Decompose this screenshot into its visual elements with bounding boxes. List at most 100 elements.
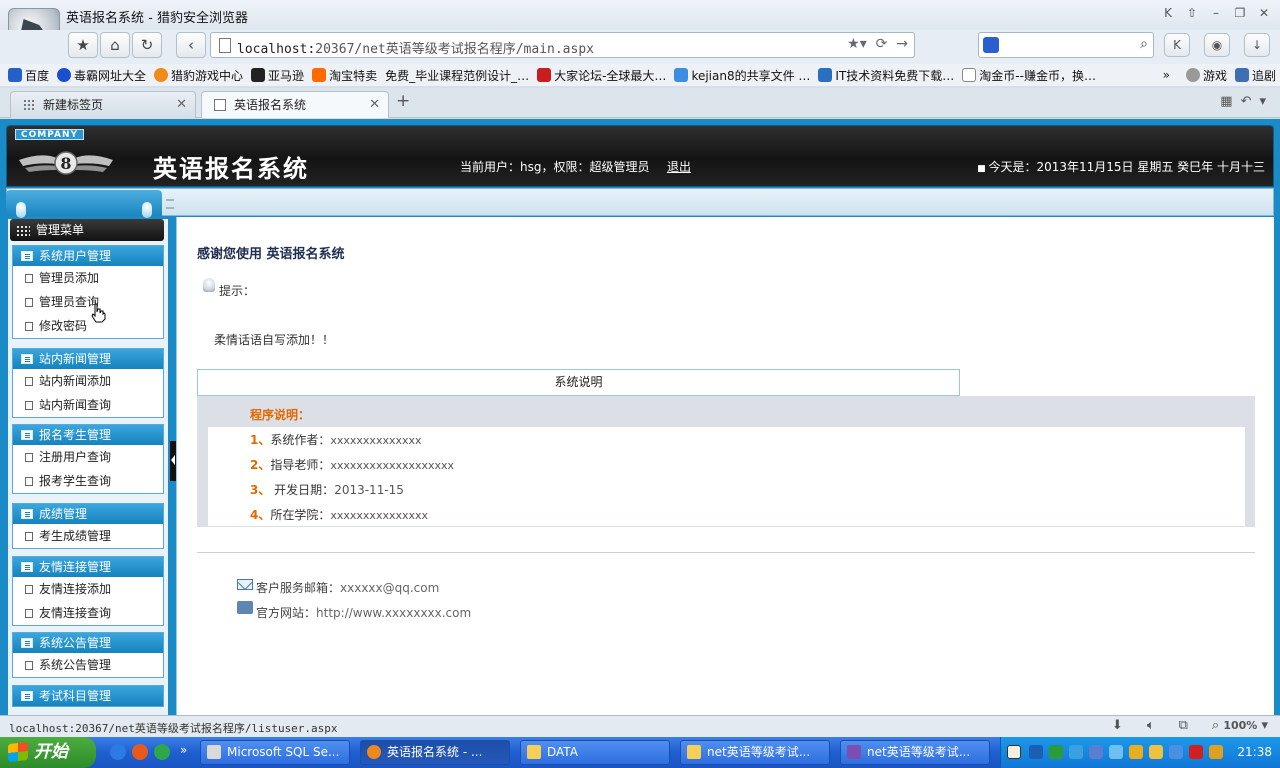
back-icon[interactable]: ‹	[176, 32, 206, 58]
bookmark-item[interactable]: 亚马逊	[251, 67, 304, 84]
sql-server-icon	[207, 745, 221, 759]
menu-item-registered-users[interactable]: 注册用户查询	[13, 445, 163, 469]
menu-group-header[interactable]: 系统公告管理	[13, 633, 163, 653]
bookmark-item[interactable]: 猎豹游戏中心	[154, 67, 243, 84]
taskbar-item-data-folder[interactable]: DATA	[520, 740, 670, 765]
bookmarks-bar: 百度 毒霸网址大全 猎豹游戏中心 亚马逊 淘宝特卖 免费_毕业课程范例设计_… …	[0, 64, 1280, 86]
welcome-heading: 感谢您使用 英语报名系统	[197, 247, 345, 262]
cloud-icon[interactable]	[1109, 745, 1123, 759]
search-engine-icon[interactable]	[983, 37, 999, 53]
menu-group-header[interactable]: 报名考生管理	[13, 425, 163, 445]
menu-group-header[interactable]: 友情连接管理	[13, 557, 163, 577]
address-bar[interactable]: localhost:20367/net英语等级考试报名程序/main.aspx …	[210, 32, 915, 58]
bookmark-item[interactable]: 毒霸网址大全	[57, 67, 146, 84]
menu-item-label: 报考学生查询	[39, 474, 112, 488]
search-box[interactable]: ⌕	[978, 32, 1154, 58]
menu-item-change-password[interactable]: 修改密码	[13, 314, 163, 338]
logout-link[interactable]: 退出	[667, 158, 691, 175]
taskbar-item-folder[interactable]: net英语等级考试...	[680, 740, 830, 765]
menu-item-admin-add[interactable]: 管理员添加	[13, 266, 163, 290]
bookmark-item[interactable]: 免费_毕业课程范例设计_…	[385, 67, 529, 84]
menu-group-header[interactable]: 系统用户管理	[13, 246, 163, 266]
menu-item-link-add[interactable]: 友情连接添加	[13, 577, 163, 601]
more-bookmarks-icon[interactable]: »	[1163, 68, 1170, 82]
download-icon[interactable]: ↓	[1244, 33, 1270, 57]
document-icon	[25, 322, 33, 331]
volume-icon[interactable]	[1209, 745, 1223, 759]
chevron-left-icon[interactable]	[1029, 745, 1043, 759]
taskbar-item-browser[interactable]: 英语报名系统 - ...	[360, 740, 510, 765]
row-label: 所在学院：	[270, 508, 331, 522]
home-icon[interactable]: ⌂	[100, 32, 130, 58]
extensions-icon[interactable]: ◉	[1204, 33, 1230, 57]
bookmark-item[interactable]: kejian8的共享文件 …	[674, 67, 810, 84]
start-button[interactable]: 开始	[0, 737, 96, 768]
menu-item-news-query[interactable]: 站内新闻查询	[13, 393, 163, 417]
chevron-left-icon[interactable]	[171, 455, 175, 465]
bookmark-item[interactable]: 淘宝特卖	[312, 67, 377, 84]
ie-icon[interactable]	[110, 744, 126, 760]
tab-grid-icon[interactable]: ▦	[1220, 94, 1232, 109]
footer-email-value[interactable]: xxxxxx@qq.com	[340, 581, 439, 595]
close-icon[interactable]: ✕	[176, 92, 187, 118]
page-icon	[962, 68, 977, 82]
monitor-icon[interactable]	[1169, 745, 1183, 759]
qq-icon[interactable]	[1149, 745, 1163, 759]
bookmark-item[interactable]: 游戏	[1185, 67, 1227, 84]
menu-item-link-query[interactable]: 友情连接查询	[13, 601, 163, 625]
paw-icon	[8, 68, 22, 82]
menu-group-header[interactable]: 考试科目管理	[13, 686, 163, 706]
bookmark-item[interactable]: 大家论坛-全球最大…	[537, 67, 666, 84]
tab-english-system[interactable]: 英语报名系统 ✕	[201, 91, 389, 118]
menu-item-news-add[interactable]: 站内新闻添加	[13, 369, 163, 393]
window-mode-icon[interactable]: ⧉	[1179, 718, 1188, 733]
close-icon[interactable]: ✕	[369, 92, 380, 118]
taskbar-item-sql[interactable]: Microsoft SQL Se...	[200, 740, 350, 765]
footer-site-value[interactable]: http://www.xxxxxxxx.com	[316, 606, 471, 620]
security-shield-icon[interactable]	[1189, 745, 1203, 759]
bookmark-item[interactable]: 淘金币--赚金币，换…	[962, 67, 1096, 84]
chevron-down-icon[interactable]: ▾	[1259, 94, 1266, 109]
task-label: net英语等级考试...	[867, 745, 971, 759]
menu-group-header[interactable]: 成绩管理	[13, 504, 163, 524]
menu-item-score-manage[interactable]: 考生成绩管理	[13, 524, 163, 548]
download-icon[interactable]: ⬇	[1112, 718, 1123, 733]
close-button[interactable]: ✕	[1254, 4, 1274, 22]
menu-group-header[interactable]: 站内新闻管理	[13, 349, 163, 369]
favorite-star-icon[interactable]: ★	[68, 32, 98, 58]
restore-button[interactable]: ❐	[1230, 4, 1250, 22]
k-icon[interactable]: K	[1158, 4, 1178, 22]
url-path: 20367/net英语等级考试报名程序/main.aspx	[315, 42, 594, 57]
bookmark-item[interactable]: 百度	[8, 67, 49, 84]
ime-icon[interactable]	[1007, 745, 1021, 759]
browser-icon[interactable]	[132, 744, 148, 760]
bookmark-item[interactable]: 追剧	[1234, 67, 1276, 84]
refresh-icon[interactable]: ↻	[132, 32, 162, 58]
new-tab-icon[interactable]: +	[396, 91, 410, 111]
undo-close-icon[interactable]: ↶	[1241, 94, 1252, 109]
zoom-control[interactable]: ⌕ 100% ▾	[1212, 718, 1268, 733]
bookmark-item[interactable]: IT技术资料免费下载…	[818, 67, 954, 84]
link-icon[interactable]	[1089, 745, 1103, 759]
app-icon[interactable]	[154, 744, 170, 760]
network-icon[interactable]	[1049, 745, 1063, 759]
sync-icon[interactable]	[1069, 745, 1083, 759]
menu-item-exam-students[interactable]: 报考学生查询	[13, 469, 163, 493]
volume-icon[interactable]: 🔈︎	[1147, 718, 1155, 733]
tab-new[interactable]: 新建标签页 ✕	[10, 91, 196, 118]
browser-status-bar: localhost:20367/net英语等级考试报名程序/listuser.a…	[0, 715, 1280, 737]
search-icon[interactable]: ⌕	[1140, 36, 1148, 52]
minimize-button[interactable]: –	[1206, 4, 1226, 22]
qq-icon[interactable]	[1129, 745, 1143, 759]
task-label: Microsoft SQL Se...	[227, 745, 340, 759]
more-quicklaunch-icon[interactable]: »	[180, 743, 187, 757]
menu-item-admin-query[interactable]: 管理员查询	[13, 290, 163, 314]
taskbar-item-vs[interactable]: net英语等级考试...	[840, 740, 990, 765]
k-menu-icon[interactable]: K	[1164, 33, 1190, 57]
menu-item-announcement-manage[interactable]: 系统公告管理	[13, 653, 163, 677]
address-text[interactable]: localhost:20367/net英语等级考试报名程序/main.aspx	[237, 38, 594, 57]
program-info-list: 1、系统作者：xxxxxxxxxxxxxx 2、指导老师：xxxxxxxxxxx…	[208, 427, 1245, 526]
winged-b-logo-icon: 8	[19, 151, 113, 175]
pin-icon[interactable]: ⇧	[1182, 4, 1202, 22]
windows-logo-icon	[8, 741, 28, 763]
